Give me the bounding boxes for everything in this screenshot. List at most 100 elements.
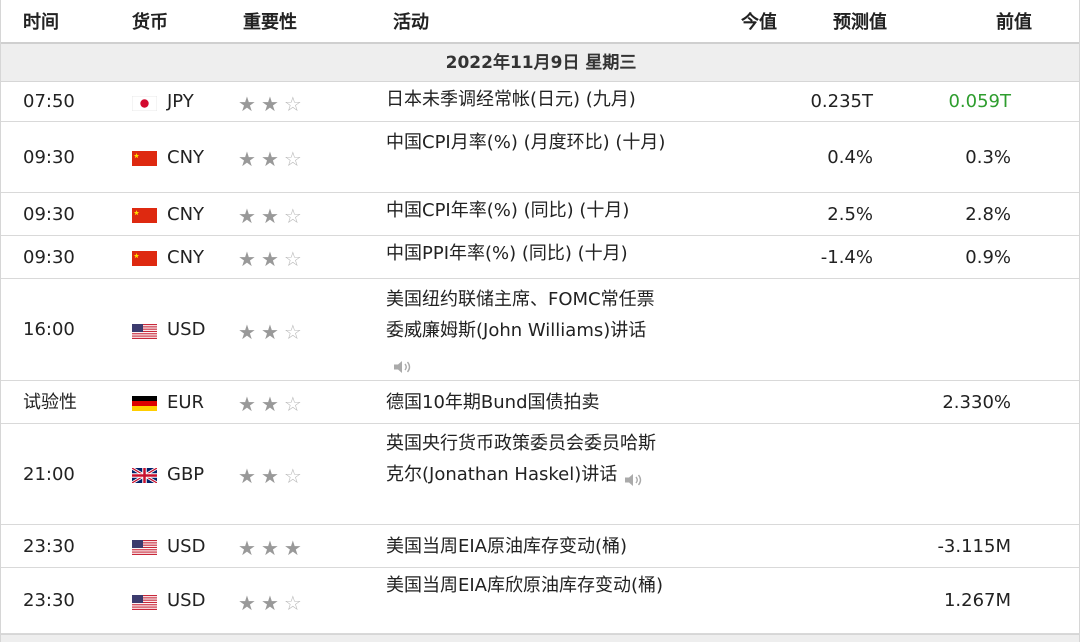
previous-value: 2.8% bbox=[965, 204, 1011, 225]
star-filled-icon: ★ bbox=[283, 536, 307, 560]
star-filled-icon: ★ bbox=[238, 591, 261, 615]
importance-stars: ★★☆ bbox=[238, 122, 307, 197]
us-flag-icon bbox=[132, 323, 157, 339]
star-filled-icon: ★ bbox=[238, 147, 261, 171]
us-flag-icon bbox=[132, 594, 157, 610]
star-filled-icon: ★ bbox=[260, 591, 284, 615]
table-row[interactable]: 07:50 JPY ★★☆ 日本未季调经常帐(日元) (九月) 0.235T 0.059T bbox=[1, 82, 1079, 122]
star-filled-icon: ★ bbox=[260, 392, 284, 416]
event-name-text: 英国央行货币政策委员会委员哈斯克尔(Jonathan Haskel)讲话 bbox=[386, 433, 656, 485]
event-name-text: 中国CPI年率(%) (同比) (十月) bbox=[386, 200, 630, 221]
forecast-value: 0.4% bbox=[827, 147, 873, 168]
us-flag-icon bbox=[132, 539, 157, 555]
event-name[interactable]: 英国央行货币政策委员会委员哈斯克尔(Jonathan Haskel)讲话 bbox=[386, 428, 671, 490]
previous-value: 0.3% bbox=[965, 147, 1011, 168]
event-name[interactable]: 中国PPI年率(%) (同比) (十月) bbox=[386, 238, 671, 269]
economic-calendar: 时间 货币 重要性 活动 今值 预测值 前值 2022年11月9日 星期三 07… bbox=[0, 0, 1080, 642]
currency-code: USD bbox=[167, 536, 206, 557]
de-flag-icon bbox=[132, 395, 157, 411]
table-footer bbox=[1, 634, 1079, 642]
event-name[interactable]: 美国当周EIA原油库存变动(桶) bbox=[386, 531, 671, 562]
star-filled-icon: ★ bbox=[260, 320, 284, 344]
star-empty-icon: ☆ bbox=[283, 92, 307, 116]
importance-stars: ★★☆ bbox=[238, 193, 307, 240]
star-filled-icon: ★ bbox=[260, 464, 284, 488]
header-currency[interactable]: 货币 bbox=[132, 0, 168, 46]
importance-stars: ★★☆ bbox=[238, 424, 307, 529]
star-empty-icon: ☆ bbox=[283, 392, 307, 416]
importance-stars: ★★☆ bbox=[238, 568, 307, 638]
star-filled-icon: ★ bbox=[238, 92, 261, 116]
table-row[interactable]: 试验性 EUR ★★☆ 德国10年期Bund国债拍卖 2.330% bbox=[1, 381, 1079, 424]
previous-value: 0.059T bbox=[948, 91, 1011, 112]
header-forecast[interactable]: 预测值 bbox=[833, 0, 887, 46]
event-name[interactable]: 美国纽约联储主席、FOMC常任票委威廉姆斯(John Williams)讲话 bbox=[386, 284, 671, 377]
table-row[interactable]: 21:00 GBP ★★☆ 英国央行货币政策委员会委员哈斯克尔(Jonathan Ha… bbox=[1, 424, 1079, 525]
header-event[interactable]: 活动 bbox=[393, 0, 429, 46]
speaker-icon bbox=[392, 354, 414, 373]
currency-code: CNY bbox=[167, 147, 205, 168]
event-name-text: 中国CPI月率(%) (月度环比) (十月) bbox=[386, 131, 666, 153]
event-name-text: 美国纽约联储主席、FOMC常任票委威廉姆斯(John Williams)讲话 bbox=[386, 288, 655, 341]
table-row[interactable]: 16:00 USD ★★☆ 美国纽约联储主席、FOMC常任票委威廉姆斯(John Wi… bbox=[1, 279, 1079, 381]
event-name-text: 德国10年期Bund国债拍卖 bbox=[386, 392, 600, 413]
previous-value: -3.115M bbox=[937, 536, 1011, 557]
previous-value: 0.9% bbox=[965, 247, 1011, 268]
star-filled-icon: ★ bbox=[238, 536, 261, 560]
event-time: 09:30 bbox=[23, 147, 75, 168]
header-importance[interactable]: 重要性 bbox=[243, 0, 297, 46]
star-empty-icon: ☆ bbox=[283, 320, 307, 344]
importance-stars: ★★★ bbox=[238, 525, 307, 572]
header-actual[interactable]: 今值 bbox=[741, 0, 777, 46]
cn-flag-icon bbox=[132, 150, 157, 166]
event-name[interactable]: 美国当周EIA库欣原油库存变动(桶) bbox=[386, 570, 671, 601]
header-previous[interactable]: 前值 bbox=[996, 0, 1032, 46]
event-time: 07:50 bbox=[23, 91, 75, 112]
jp-flag-icon bbox=[131, 95, 158, 111]
importance-stars: ★★☆ bbox=[238, 236, 307, 283]
event-name-text: 美国当周EIA原油库存变动(桶) bbox=[386, 536, 628, 557]
event-name[interactable]: 日本未季调经常帐(日元) (九月) bbox=[386, 84, 671, 115]
star-filled-icon: ★ bbox=[238, 204, 261, 228]
previous-value: 1.267M bbox=[943, 590, 1011, 611]
importance-stars: ★★☆ bbox=[238, 82, 307, 126]
star-filled-icon: ★ bbox=[260, 247, 284, 271]
star-empty-icon: ☆ bbox=[283, 147, 307, 171]
star-filled-icon: ★ bbox=[260, 147, 284, 171]
star-filled-icon: ★ bbox=[238, 464, 261, 488]
star-empty-icon: ☆ bbox=[283, 204, 307, 228]
star-filled-icon: ★ bbox=[238, 392, 261, 416]
currency-code: USD bbox=[167, 319, 206, 340]
event-name[interactable]: 中国CPI年率(%) (同比) (十月) bbox=[386, 195, 671, 226]
previous-value: 2.330% bbox=[942, 392, 1011, 413]
currency-code: GBP bbox=[167, 464, 205, 485]
table-row[interactable]: 23:30 USD ★★★ 美国当周EIA原油库存变动(桶) -3.115M bbox=[1, 525, 1079, 568]
event-name[interactable]: 德国10年期Bund国债拍卖 bbox=[386, 387, 671, 418]
gb-flag-icon bbox=[131, 466, 158, 485]
importance-stars: ★★☆ bbox=[238, 381, 307, 428]
forecast-value: 2.5% bbox=[827, 204, 873, 225]
event-name-text: 美国当周EIA库欣原油库存变动(桶) bbox=[386, 575, 664, 596]
table-row[interactable]: 09:30 CNY ★★☆ 中国CPI年率(%) (同比) (十月) 2.5% 2.8% bbox=[1, 193, 1079, 236]
event-name[interactable]: 中国CPI月率(%) (月度环比) (十月) bbox=[386, 127, 671, 158]
star-empty-icon: ☆ bbox=[283, 247, 307, 271]
star-filled-icon: ★ bbox=[260, 536, 284, 560]
currency-code: USD bbox=[167, 590, 206, 611]
event-time: 09:30 bbox=[23, 204, 75, 225]
event-name-text: 中国PPI年率(%) (同比) (十月) bbox=[386, 243, 628, 264]
table-row[interactable]: 09:30 CNY ★★☆ 中国CPI月率(%) (月度环比) (十月) 0.4% 0.3… bbox=[1, 122, 1079, 193]
star-empty-icon: ☆ bbox=[283, 464, 307, 488]
event-name-text: 日本未季调经常帐(日元) (九月) bbox=[386, 89, 636, 110]
table-row[interactable]: 09:30 CNY ★★☆ 中国PPI年率(%) (同比) (十月) -1.4% 0.9% bbox=[1, 236, 1079, 279]
cn-flag-icon bbox=[132, 250, 157, 266]
cn-flag-icon bbox=[132, 207, 157, 223]
date-label: 2022年11月9日 星期三 bbox=[445, 53, 637, 73]
forecast-value: -1.4% bbox=[820, 247, 873, 268]
table-row[interactable]: 23:30 USD ★★☆ 美国当周EIA库欣原油库存变动(桶) 1.267M bbox=[1, 568, 1079, 634]
header-time[interactable]: 时间 bbox=[23, 0, 59, 46]
importance-stars: ★★☆ bbox=[238, 279, 307, 385]
event-time: 23:30 bbox=[23, 590, 75, 611]
table-header: 时间 货币 重要性 活动 今值 预测值 前值 bbox=[1, 0, 1079, 46]
event-time: 试验性 bbox=[23, 392, 77, 413]
currency-code: EUR bbox=[167, 392, 205, 413]
